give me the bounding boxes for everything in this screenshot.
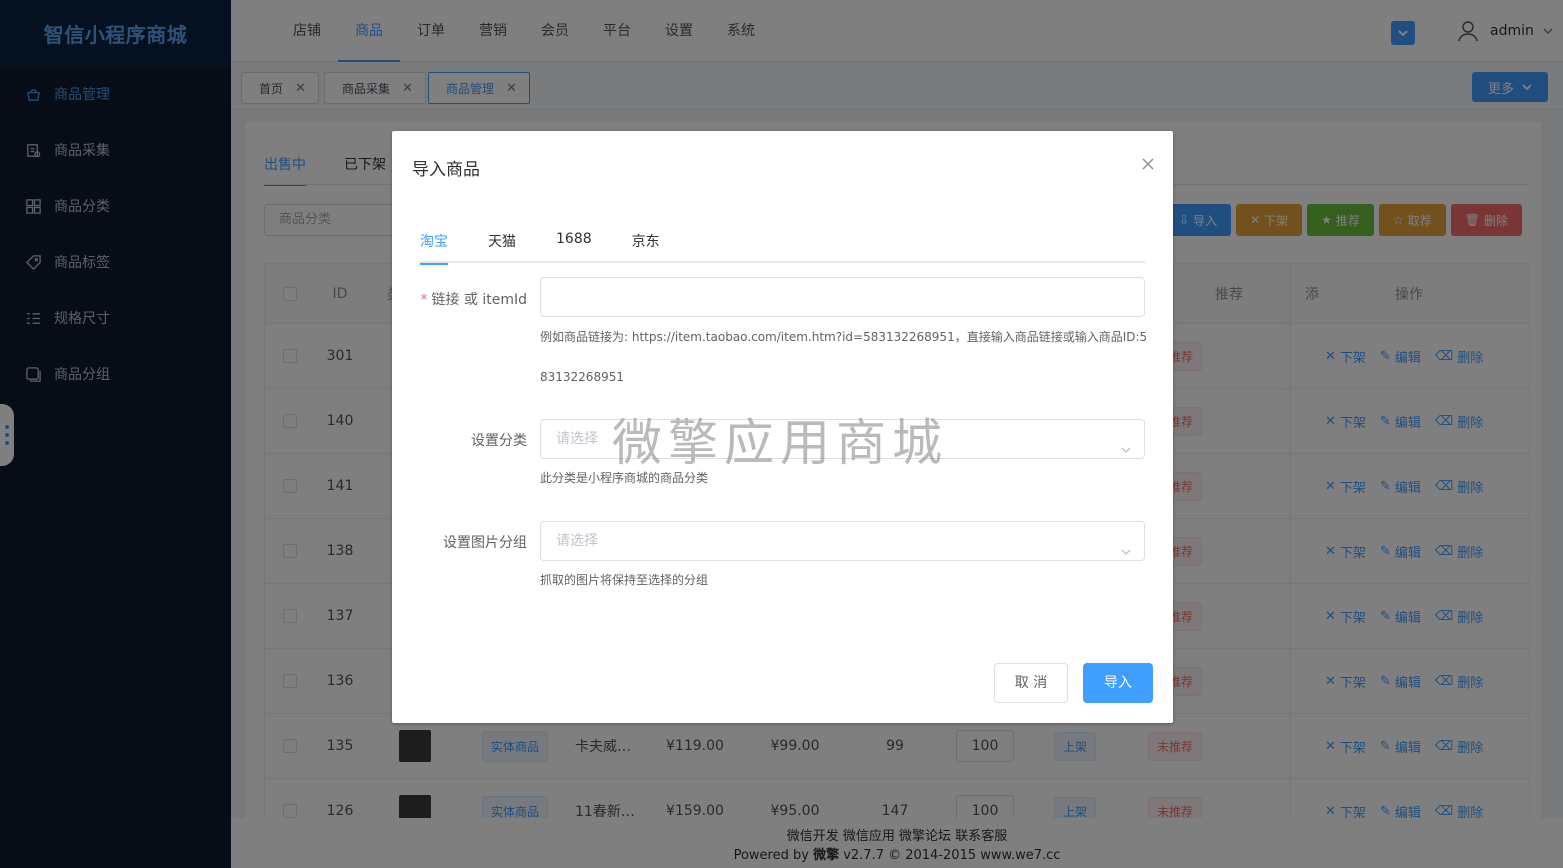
image-group-select[interactable]: 请选择 <box>540 521 1145 561</box>
image-group-label: 设置图片分组 <box>443 535 527 551</box>
platform-tabs: 淘宝 天猫 1688 京东 <box>420 231 1145 265</box>
tab-1688[interactable]: 1688 <box>556 231 592 263</box>
category-label: 设置分类 <box>471 433 527 449</box>
tab-tmall[interactable]: 天猫 <box>488 231 516 263</box>
image-group-placeholder: 请选择 <box>556 533 598 549</box>
link-input[interactable] <box>540 277 1145 317</box>
tab-jd[interactable]: 京东 <box>632 231 660 263</box>
close-icon[interactable] <box>1141 157 1155 171</box>
link-hint: 例如商品链接为: https://item.taobao.com/item.ht… <box>540 330 1148 384</box>
tab-taobao[interactable]: 淘宝 <box>420 231 448 265</box>
import-confirm-button[interactable]: 导入 <box>1083 663 1153 703</box>
chevron-down-icon <box>1120 433 1132 454</box>
cancel-button[interactable]: 取 消 <box>994 663 1068 703</box>
dialog-title: 导入商品 <box>412 160 480 180</box>
category-placeholder: 请选择 <box>556 431 598 447</box>
watermark: 微擎应用商城 <box>612 414 948 472</box>
chevron-down-icon <box>1120 535 1132 556</box>
import-goods-dialog: 导入商品 淘宝 天猫 1688 京东 * 链接 或 itemId 例如商品链接为:… <box>392 131 1173 723</box>
image-group-hint: 抓取的图片将保持至选择的分组 <box>540 573 709 587</box>
link-label: * 链接 或 itemId <box>420 292 527 308</box>
